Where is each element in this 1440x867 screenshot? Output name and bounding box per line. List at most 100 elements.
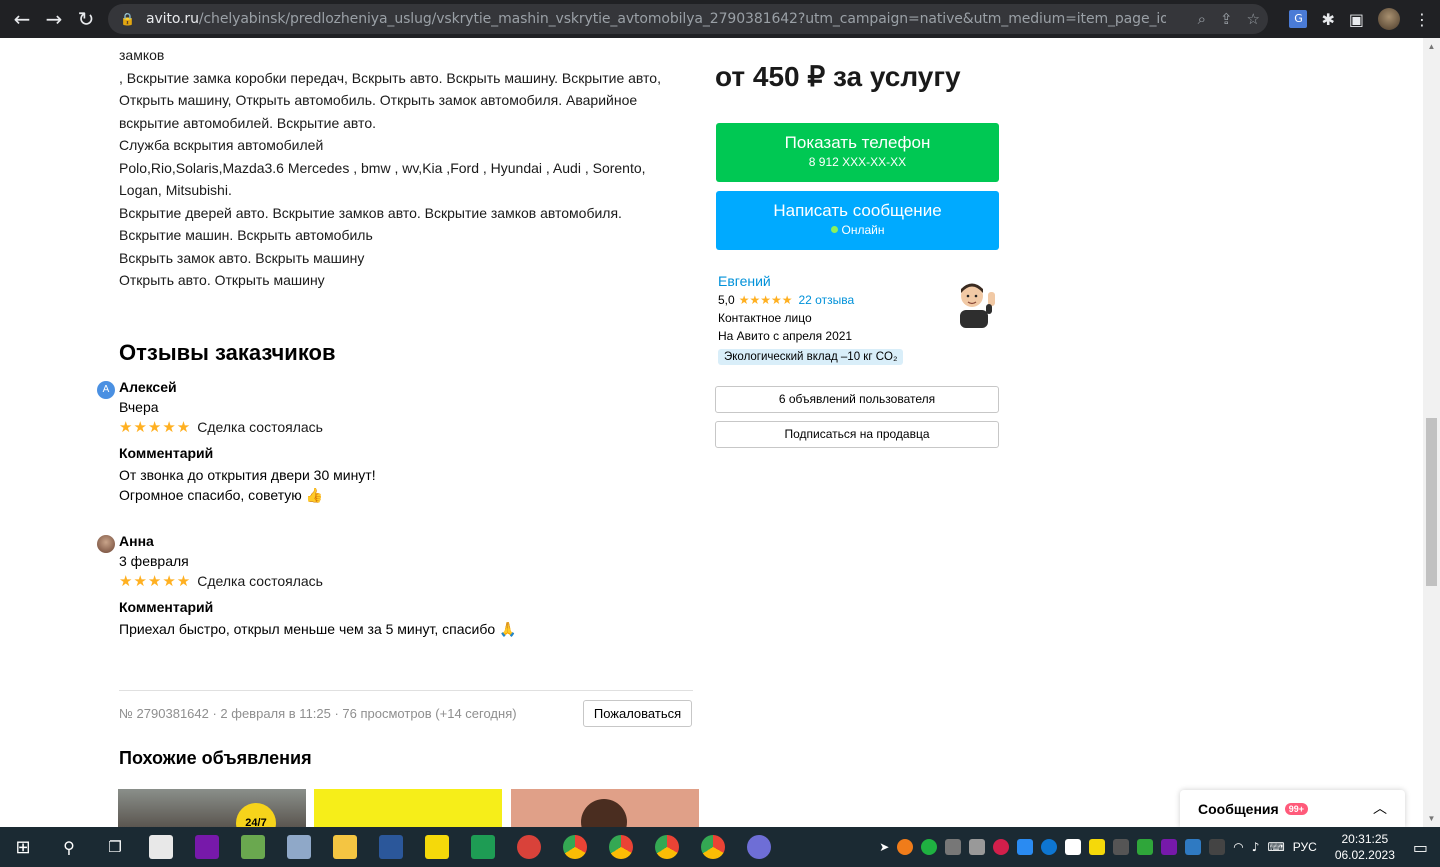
messages-title: Сообщения xyxy=(1198,800,1279,817)
item-meta: № 2790381642 · 2 февраля в 11:25 · 76 пр… xyxy=(119,706,517,721)
description-line: Открыть машину, Открыть автомобиль. Откр… xyxy=(119,92,638,108)
thumbs-up-icon: 👍 xyxy=(305,488,324,504)
user-ads-button[interactable]: 6 объявлений пользователя xyxy=(715,386,999,413)
tray-app-icon[interactable] xyxy=(993,839,1010,855)
reload-icon[interactable]: ↻ xyxy=(70,3,102,35)
start-windows-icon[interactable]: ⊞ xyxy=(0,827,46,867)
reviewer-avatar xyxy=(97,535,115,553)
tray-app-icon[interactable] xyxy=(897,839,914,855)
chevron-up-icon[interactable]: ︿ xyxy=(1373,798,1387,818)
write-message-button[interactable]: Написать сообщение Онлайн xyxy=(716,191,999,250)
tray-app-icon[interactable] xyxy=(1185,839,1202,855)
badge-24-7: 24/7 xyxy=(236,803,276,827)
app-red-icon[interactable] xyxy=(506,827,552,867)
notes-app-icon[interactable] xyxy=(230,827,276,867)
search-icon[interactable]: ⚲ xyxy=(46,827,92,867)
sticky-icon[interactable] xyxy=(1089,839,1106,855)
language-indicator[interactable]: РУС xyxy=(1293,840,1317,854)
reviewer-name[interactable]: Анна xyxy=(119,533,154,549)
onenote-icon[interactable] xyxy=(184,827,230,867)
star-rating-icon: ★★★★★ xyxy=(738,293,793,307)
tray-app-icon[interactable] xyxy=(945,839,962,855)
word-icon[interactable] xyxy=(368,827,414,867)
scroll-up-icon[interactable]: ▲ xyxy=(1423,38,1440,55)
translate-extension-icon[interactable]: G xyxy=(1289,10,1308,28)
notifications-icon[interactable]: ▭ xyxy=(1413,838,1428,857)
phone-masked: 8 912 XXX-XX-XX xyxy=(808,155,907,169)
deal-status: Сделка состоялась xyxy=(197,573,323,589)
scroll-down-icon[interactable]: ▼ xyxy=(1423,810,1440,827)
side-panel-icon[interactable]: ▣ xyxy=(1349,10,1364,29)
clock[interactable]: 20:31:25 06.02.2023 xyxy=(1335,831,1395,863)
description-line: Logan, Mitsubishi. xyxy=(119,182,232,198)
subscribe-seller-button[interactable]: Подписаться на продавца xyxy=(715,421,999,448)
screenshot-icon[interactable] xyxy=(1017,839,1034,855)
item-description: замков , Вскрытие замка коробки передач,… xyxy=(119,44,699,292)
share-icon[interactable]: ⇪ xyxy=(1220,10,1233,28)
chrome-icon[interactable] xyxy=(552,827,598,867)
comment-line: Огромное спасибо, советую xyxy=(119,487,302,503)
sticky-notes-icon[interactable] xyxy=(414,827,460,867)
tray-app-icon[interactable] xyxy=(1137,839,1154,855)
star-rating-icon: ★★★★★ xyxy=(119,418,192,436)
description-line: Открыть авто. Открыть машину xyxy=(119,272,325,288)
windows-taskbar: ⊞ ⚲ ❐ ➤ ◠ ♪ ⌨ РУС 20:31:25 06.02.2023 ▭ xyxy=(0,827,1440,867)
review-rating: ★★★★★ Сделка состоялась xyxy=(119,418,323,436)
url-text[interactable]: avito.ru/chelyabinsk/predlozheniya_uslug… xyxy=(146,11,1166,27)
review-rating: ★★★★★ Сделка состоялась xyxy=(119,572,323,590)
similar-ad-image[interactable]: 24/7 xyxy=(118,789,306,827)
description-line: Вскрыть замок авто. Вскрыть машину xyxy=(119,249,365,266)
chrome-profile-icon[interactable] xyxy=(598,827,644,867)
show-phone-button[interactable]: Показать телефон 8 912 XXX-XX-XX xyxy=(716,123,999,182)
seller-rating-value: 5,0 xyxy=(718,293,735,307)
forward-icon[interactable]: → xyxy=(38,3,70,35)
keyboard-icon[interactable]: ⌨ xyxy=(1267,840,1284,854)
tool-app-icon[interactable] xyxy=(276,827,322,867)
seller-reviews-link[interactable]: 22 отзыва xyxy=(798,293,854,307)
online-label: Онлайн xyxy=(841,223,885,237)
similar-ads-heading: Похожие объявления xyxy=(119,748,312,768)
menu-kebab-icon[interactable]: ⋮ xyxy=(1414,10,1430,29)
similar-ad-image[interactable] xyxy=(511,789,699,827)
app-purple-icon[interactable] xyxy=(736,827,782,867)
tray-app-icon[interactable] xyxy=(1065,839,1082,855)
seller-avatar[interactable] xyxy=(948,276,1000,328)
bookmark-star-icon[interactable]: ☆ xyxy=(1247,10,1260,28)
review-comment: Приехал быстро, открыл меньше чем за 5 м… xyxy=(119,619,516,640)
back-icon[interactable]: ← xyxy=(6,3,38,35)
review-comment: От звонка до открытия двери 30 минут! Ог… xyxy=(119,465,376,506)
files-app-icon[interactable] xyxy=(138,827,184,867)
zoom-icon[interactable]: ⌕ xyxy=(1198,10,1206,28)
skype-icon[interactable] xyxy=(1041,839,1058,855)
messages-widget[interactable]: Сообщения 99+ ︿ xyxy=(1180,790,1405,827)
shield-icon[interactable] xyxy=(921,839,938,855)
tray-app-icon[interactable] xyxy=(1113,839,1130,855)
volume-icon[interactable]: ♪ xyxy=(1252,840,1260,854)
profile-avatar[interactable] xyxy=(1378,8,1400,30)
comment-label: Комментарий xyxy=(119,445,214,461)
onenote-tray-icon[interactable] xyxy=(1161,839,1178,855)
scroll-thumb[interactable] xyxy=(1426,418,1437,586)
eco-badge[interactable]: Экологический вклад –10 кг CO₂ xyxy=(718,349,904,365)
page-scrollbar[interactable]: ▲ ▼ xyxy=(1423,38,1440,827)
chrome-profile-icon[interactable] xyxy=(690,827,736,867)
tray-app-icon[interactable] xyxy=(1209,839,1226,855)
person-photo xyxy=(581,799,627,827)
chrome-profile-icon[interactable] xyxy=(644,827,690,867)
address-bar[interactable]: 🔒 avito.ru/chelyabinsk/predlozheniya_usl… xyxy=(108,4,1268,34)
monitor-icon[interactable] xyxy=(969,839,986,855)
praying-hands-icon: 🙏 xyxy=(499,622,517,638)
comment-label: Комментарий xyxy=(119,599,214,615)
file-explorer-icon[interactable] xyxy=(322,827,368,867)
similar-ad-image[interactable] xyxy=(314,789,502,827)
description-line: Вскрытие машин. Вскрыть автомобиль xyxy=(119,227,373,243)
online-dot-icon xyxy=(830,226,838,233)
telegram-icon[interactable]: ➤ xyxy=(879,840,889,854)
sheets-icon[interactable] xyxy=(460,827,506,867)
wifi-icon[interactable]: ◠ xyxy=(1233,840,1243,854)
task-view-icon[interactable]: ❐ xyxy=(92,827,138,867)
extensions-puzzle-icon[interactable]: ✱ xyxy=(1321,10,1334,29)
reviews-heading: Отзывы заказчиков xyxy=(119,340,336,365)
complain-button[interactable]: Пожаловаться xyxy=(583,700,692,727)
reviewer-name[interactable]: Алексей xyxy=(119,379,177,395)
